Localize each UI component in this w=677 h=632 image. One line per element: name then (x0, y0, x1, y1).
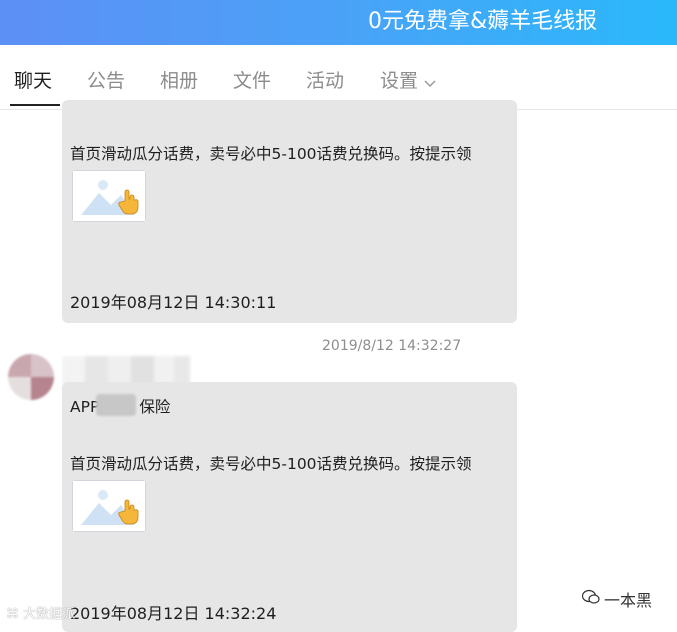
redaction-blur (96, 394, 136, 416)
message-text: 首页滑动瓜分话费，卖号必中5-100话费兑换码。按提示领 (70, 455, 472, 473)
tab-activity[interactable]: 活动 (306, 67, 344, 95)
group-title: 0元免费拿&薅羊毛线报 (368, 9, 598, 34)
tab-settings-label: 设置 (380, 70, 419, 92)
watermark-logo-icon: ⌘ (6, 607, 24, 622)
message-prefix-b: 保险 (139, 398, 171, 416)
wechat-icon (581, 589, 600, 609)
watermark-right-text: 一本黑 (604, 591, 653, 610)
message-text: 首页滑动瓜分话费，卖号必中5-100话费兑换码。按提示领 (70, 145, 472, 163)
tab-chat[interactable]: 聊天 (14, 67, 52, 95)
image-placeholder-icon[interactable] (72, 480, 146, 532)
chat-timestamp: 2019/8/12 14:32:27 (322, 338, 462, 354)
avatar[interactable] (8, 354, 54, 400)
tab-files[interactable]: 文件 (233, 67, 271, 95)
message-time: 2019年08月12日 14:32:24 (70, 604, 277, 623)
message-time: 2019年08月12日 14:30:11 (70, 293, 277, 312)
message-prefix-a: APP (70, 398, 100, 416)
tab-album[interactable]: 相册 (160, 67, 198, 95)
chevron-down-icon (424, 68, 436, 96)
image-placeholder-icon[interactable] (72, 170, 146, 222)
tab-announcement[interactable]: 公告 (87, 67, 125, 95)
watermark-left: ⌘ 大数据派 (6, 603, 75, 622)
active-tab-indicator (10, 104, 60, 106)
watermark-right: 一本黑 (581, 587, 653, 611)
title-bar: 0元免费拿&薅羊毛线报 (0, 0, 677, 45)
tab-settings[interactable]: 设置 (380, 67, 436, 95)
message-bubble: APP 保险 首页滑动瓜分话费，卖号必中5-100话费兑换码。按提示领 2019年… (62, 382, 517, 632)
message-bubble: 首页滑动瓜分话费，卖号必中5-100话费兑换码。按提示领 2019年08月12日… (62, 100, 517, 323)
watermark-left-text: 大数据派 (23, 607, 76, 622)
